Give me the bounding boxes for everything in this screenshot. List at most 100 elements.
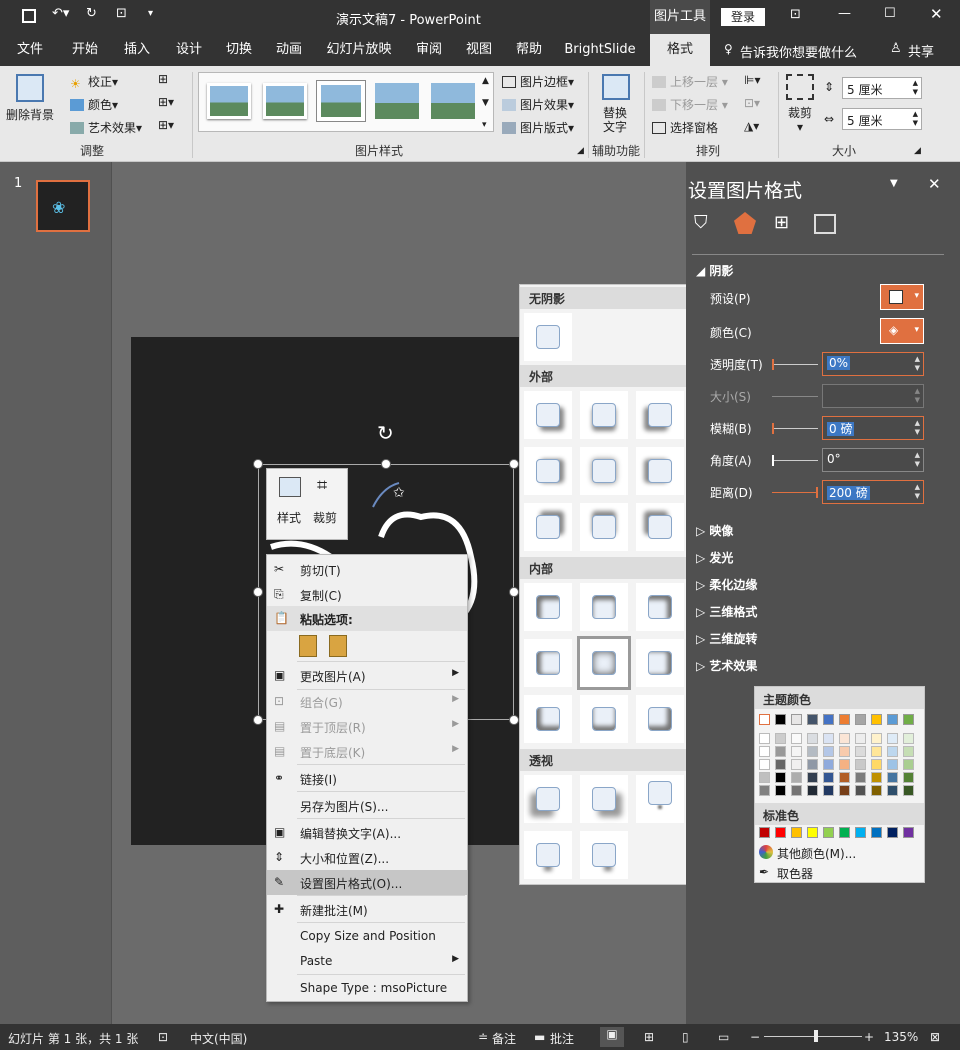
shadow-inner[interactable] <box>580 695 628 743</box>
theme-color-shade[interactable] <box>775 733 786 744</box>
zoom-out-icon[interactable]: − <box>750 1030 760 1044</box>
theme-color-shade[interactable] <box>887 733 898 744</box>
menu-group[interactable]: ⊡ 组合(G) ▶ <box>267 689 467 714</box>
ribbon-display-icon[interactable]: ⊡ <box>790 7 801 22</box>
tab-format[interactable]: 格式 <box>650 34 710 66</box>
shadow-outer[interactable] <box>580 391 628 439</box>
size-dialog-launcher-icon[interactable]: ◢ <box>914 146 921 156</box>
resize-handle[interactable] <box>253 459 263 469</box>
transparency-slider[interactable] <box>772 359 818 370</box>
distance-slider[interactable] <box>772 487 818 498</box>
theme-color-shade[interactable] <box>823 746 834 757</box>
theme-color-shade[interactable] <box>759 772 770 783</box>
resize-handle[interactable] <box>253 587 263 597</box>
menu-cut[interactable]: ✂ 剪切(T) <box>267 557 467 582</box>
standard-color-swatch[interactable] <box>807 827 818 838</box>
shadow-inner[interactable] <box>580 583 628 631</box>
style-thumb[interactable] <box>375 83 419 119</box>
reset-picture-icon[interactable]: ⊞▾ <box>158 118 174 132</box>
shadow-inner[interactable] <box>636 695 684 743</box>
theme-color-shade[interactable] <box>807 785 818 796</box>
shadow-outer[interactable] <box>636 391 684 439</box>
menu-change-picture[interactable]: ▣ 更改图片(A) ▶ <box>267 663 467 688</box>
theme-color-shade[interactable] <box>903 746 914 757</box>
reflection-section[interactable]: ▷ 映像 <box>696 522 733 539</box>
theme-color-swatch[interactable] <box>823 714 834 725</box>
theme-color-shade[interactable] <box>871 733 882 744</box>
glow-section[interactable]: ▷ 发光 <box>696 549 733 566</box>
paste-keep-format-icon[interactable] <box>299 635 317 657</box>
theme-color-shade[interactable] <box>807 733 818 744</box>
theme-color-shade[interactable] <box>887 759 898 770</box>
standard-color-swatch[interactable] <box>871 827 882 838</box>
picture-effects-button[interactable]: 图片效果▾ <box>502 96 574 113</box>
style-thumb[interactable] <box>316 80 366 122</box>
blur-slider[interactable] <box>772 423 818 434</box>
close-icon[interactable]: ✕ <box>930 5 943 23</box>
selection-pane-button[interactable]: 选择窗格 <box>652 119 718 136</box>
picture-styles-gallery[interactable] <box>198 72 494 132</box>
minimize-icon[interactable]: — <box>838 6 851 21</box>
menu-shape-type[interactable]: Shape Type : msoPicture <box>267 976 467 1001</box>
size-input[interactable]: ▲ ▼ <box>822 384 924 408</box>
crop-button[interactable]: 裁剪 ▾ <box>788 106 812 134</box>
theme-color-shade[interactable] <box>823 733 834 744</box>
transparency-input[interactable]: 0% ▲ ▼ <box>822 352 924 376</box>
theme-color-shade[interactable] <box>903 759 914 770</box>
menu-copy[interactable]: ⎘ 复制(C) <box>267 582 467 607</box>
shadow-inner[interactable] <box>524 639 572 687</box>
style-thumb[interactable] <box>207 83 251 119</box>
maximize-icon[interactable]: ☐ <box>884 6 896 21</box>
remove-background-button[interactable]: 删除背景 <box>6 106 54 123</box>
zoom-in-icon[interactable]: + <box>864 1030 874 1044</box>
tab-slideshow[interactable]: 幻灯片放映 <box>322 34 396 66</box>
theme-color-shade[interactable] <box>887 772 898 783</box>
theme-color-shade[interactable] <box>791 785 802 796</box>
theme-color-shade[interactable] <box>823 759 834 770</box>
notes-button[interactable]: 备注 <box>492 1030 516 1047</box>
comments-button[interactable]: 批注 <box>550 1030 574 1047</box>
send-backward-button[interactable]: 下移一层 ▾ <box>652 96 728 113</box>
compress-icon[interactable]: ⊞ <box>158 72 168 86</box>
theme-color-shade[interactable] <box>871 785 882 796</box>
shadow-inner[interactable] <box>524 583 572 631</box>
resize-handle[interactable] <box>509 459 519 469</box>
theme-color-shade[interactable] <box>855 772 866 783</box>
shadow-outer[interactable] <box>524 447 572 495</box>
menu-paste[interactable]: Paste ▶ <box>267 949 467 974</box>
notes-icon[interactable]: ≐ <box>478 1030 488 1044</box>
standard-color-swatch[interactable] <box>903 827 914 838</box>
theme-color-swatch[interactable] <box>775 714 786 725</box>
standard-color-swatch[interactable] <box>775 827 786 838</box>
theme-color-shade[interactable] <box>855 785 866 796</box>
theme-color-swatch[interactable] <box>871 714 882 725</box>
shadow-inner[interactable] <box>636 639 684 687</box>
angle-slider[interactable] <box>772 455 818 466</box>
theme-color-shade[interactable] <box>823 785 834 796</box>
theme-color-swatch[interactable] <box>791 714 802 725</box>
art-effects-section[interactable]: ▷ 艺术效果 <box>696 657 757 674</box>
theme-color-shade[interactable] <box>807 772 818 783</box>
fit-slide-icon[interactable]: ⊠ <box>930 1030 940 1044</box>
shadow-perspective[interactable] <box>524 831 572 879</box>
shadow-outer[interactable] <box>580 447 628 495</box>
color-dropdown[interactable]: ◈ ▾ <box>880 318 924 344</box>
picture-tab-icon[interactable] <box>814 214 836 234</box>
language-status[interactable]: 中文(中国) <box>190 1030 247 1047</box>
theme-color-shade[interactable] <box>775 759 786 770</box>
menu-size-position[interactable]: ⇕ 大小和位置(Z)... <box>267 845 467 870</box>
tell-me-input[interactable]: 告诉我你想要做什么 <box>740 42 857 61</box>
theme-color-shade[interactable] <box>839 759 850 770</box>
theme-color-swatch[interactable] <box>887 714 898 725</box>
shadow-inner[interactable] <box>636 583 684 631</box>
theme-color-shade[interactable] <box>807 746 818 757</box>
rotate-icon[interactable]: ◮▾ <box>744 119 759 133</box>
rotate-handle-icon[interactable]: ↻ <box>377 421 394 445</box>
theme-color-swatch[interactable] <box>903 714 914 725</box>
paste-as-picture-icon[interactable] <box>329 635 347 657</box>
theme-color-shade[interactable] <box>759 759 770 770</box>
comments-icon[interactable]: ▬ <box>534 1030 545 1044</box>
artistic-effects-button[interactable]: 艺术效果▾ <box>70 119 142 136</box>
shadow-inner[interactable] <box>524 695 572 743</box>
size-properties-icon[interactable]: ⊞ <box>774 212 789 233</box>
